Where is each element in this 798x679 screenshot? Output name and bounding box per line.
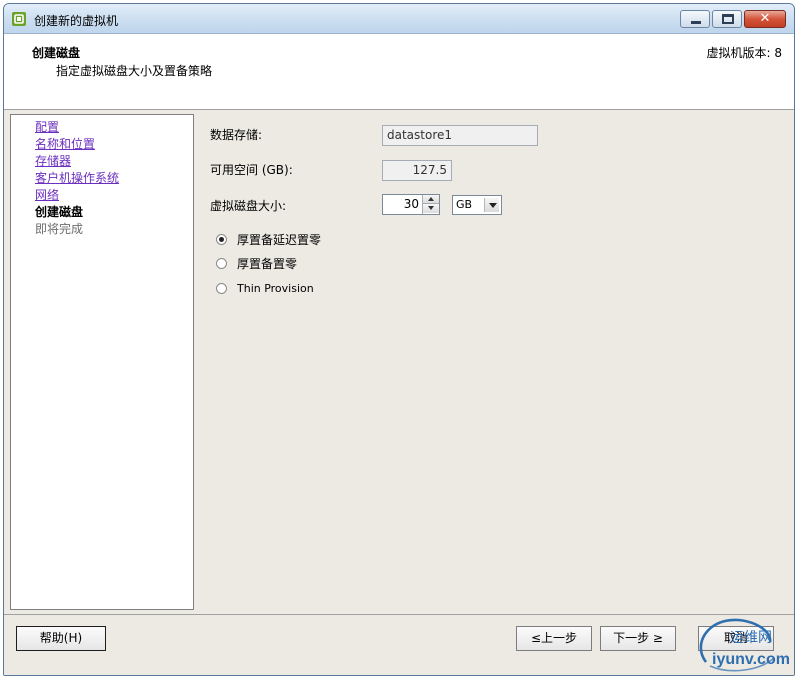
title-bar[interactable]: 创建新的虚拟机 ✕ [4, 4, 794, 34]
cancel-button[interactable]: 取消 [698, 626, 774, 651]
radio-button-selected[interactable] [216, 234, 227, 245]
window-title: 创建新的虚拟机 [34, 14, 119, 28]
close-icon: ✕ [759, 11, 771, 26]
step-ready-to-complete: 即将完成 [35, 222, 84, 236]
radio-button[interactable] [216, 283, 227, 294]
radio-button[interactable] [216, 258, 227, 269]
radio-label: 厚置备延迟置零 [237, 233, 322, 247]
wizard-footer: 帮助(H) ≤上一步 下一步 ≥ 取消 [4, 614, 794, 675]
disk-size-spin-buttons [422, 195, 439, 214]
datastore-label: 数据存储: [210, 128, 263, 142]
minimize-button[interactable] [680, 10, 710, 28]
dropdown-arrow[interactable] [484, 198, 499, 212]
next-button[interactable]: 下一步 ≥ [600, 626, 676, 651]
maximize-icon [722, 14, 734, 24]
wizard-steps: 配置 名称和位置 存储器 客户机操作系统 网络 创建磁盘 即将完成 [35, 119, 119, 238]
minimize-icon [691, 21, 701, 24]
help-button[interactable]: 帮助(H) [16, 626, 106, 651]
arrow-down-icon [428, 206, 434, 210]
wizard-window: 创建新的虚拟机 ✕ 创建磁盘 指定虚拟磁盘大小及置备策略 虚拟机版本: 8 配置… [3, 3, 795, 676]
wizard-steps-panel: 配置 名称和位置 存储器 客户机操作系统 网络 创建磁盘 即将完成 [10, 114, 194, 610]
disk-unit-value: GB [456, 198, 473, 211]
step-storage[interactable]: 存储器 [35, 153, 119, 170]
free-space-field: 127.5 [382, 160, 452, 181]
vm-version: 虚拟机版本: 8 [706, 46, 783, 60]
close-button[interactable]: ✕ [744, 10, 786, 28]
maximize-button[interactable] [712, 10, 742, 28]
datastore-field: datastore1 [382, 125, 538, 146]
disk-size-input[interactable]: 30 [385, 195, 421, 214]
chevron-down-icon [489, 203, 497, 208]
step-create-disk: 创建磁盘 [35, 205, 84, 219]
disk-settings-panel: 数据存储: datastore1 可用空间 (GB): 127.5 虚拟磁盘大小… [196, 114, 792, 610]
free-space-label: 可用空间 (GB): [210, 163, 293, 177]
step-guest-os[interactable]: 客户机操作系统 [35, 170, 119, 187]
disk-size-stepper[interactable]: 30 [382, 194, 440, 215]
radio-label: Thin Provision [237, 282, 314, 295]
disk-size-label: 虚拟磁盘大小: [210, 199, 287, 213]
page-subtitle: 指定虚拟磁盘大小及置备策略 [56, 64, 213, 78]
step-name-location[interactable]: 名称和位置 [35, 136, 119, 153]
step-network[interactable]: 网络 [35, 187, 119, 204]
increase-button[interactable] [423, 195, 439, 204]
radio-label: 厚置备置零 [237, 257, 298, 271]
disk-unit-select[interactable]: GB [452, 195, 502, 215]
decrease-button[interactable] [423, 204, 439, 213]
step-config[interactable]: 配置 [35, 119, 119, 136]
page-title: 创建磁盘 [32, 46, 81, 60]
back-button[interactable]: ≤上一步 [516, 626, 592, 651]
vsphere-app-icon [12, 12, 26, 26]
arrow-up-icon [428, 197, 434, 201]
wizard-header: 创建磁盘 指定虚拟磁盘大小及置备策略 虚拟机版本: 8 [4, 34, 794, 110]
